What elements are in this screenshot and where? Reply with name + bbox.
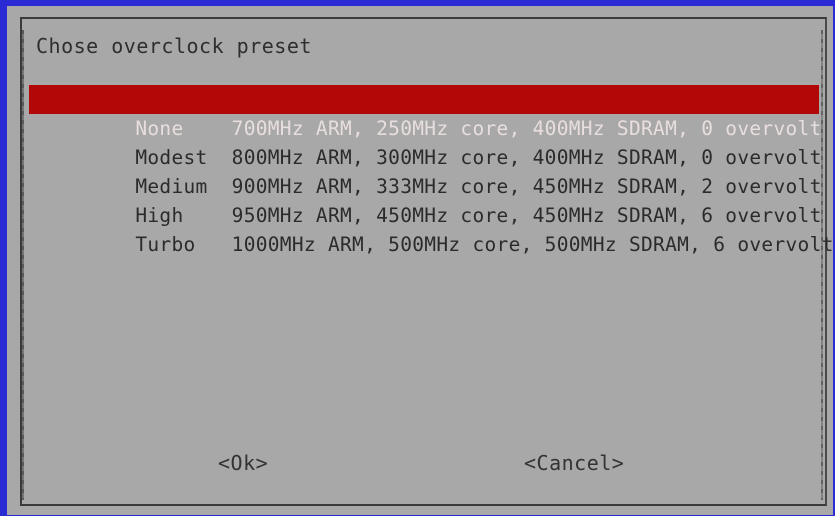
list-left-rule xyxy=(22,30,24,500)
terminal-screen: Chose overclock preset None 700MHz ARM, … xyxy=(0,0,835,516)
dialog-button-bar: <Ok> <Cancel> xyxy=(7,446,833,486)
menu-item-label: Turbo 1000MHz ARM, 500MHz core, 500MHz S… xyxy=(135,233,833,256)
dialog-title: Chose overclock preset xyxy=(36,34,312,58)
menu-item-none[interactable]: None 700MHz ARM, 250MHz core, 400MHz SDR… xyxy=(29,85,821,140)
cancel-button[interactable]: <Cancel> xyxy=(520,446,628,480)
ok-button[interactable]: <Ok> xyxy=(214,446,272,480)
menu-item-turbo[interactable]: Turbo 1000MHz ARM, 500MHz core, 500MHz S… xyxy=(29,201,833,256)
menu-item-medium[interactable]: Medium 900MHz ARM, 333MHz core, 450MHz S… xyxy=(29,143,821,198)
menu-item-modest[interactable]: Modest 800MHz ARM, 300MHz core, 400MHz S… xyxy=(29,114,821,169)
preset-menu-list[interactable]: None 700MHz ARM, 250MHz core, 400MHz SDR… xyxy=(29,85,833,256)
overclock-preset-dialog: Chose overclock preset None 700MHz ARM, … xyxy=(7,6,833,515)
menu-item-high[interactable]: High 950MHz ARM, 450MHz core, 450MHz SDR… xyxy=(29,172,821,227)
list-scrollbar-rule[interactable] xyxy=(821,30,823,500)
